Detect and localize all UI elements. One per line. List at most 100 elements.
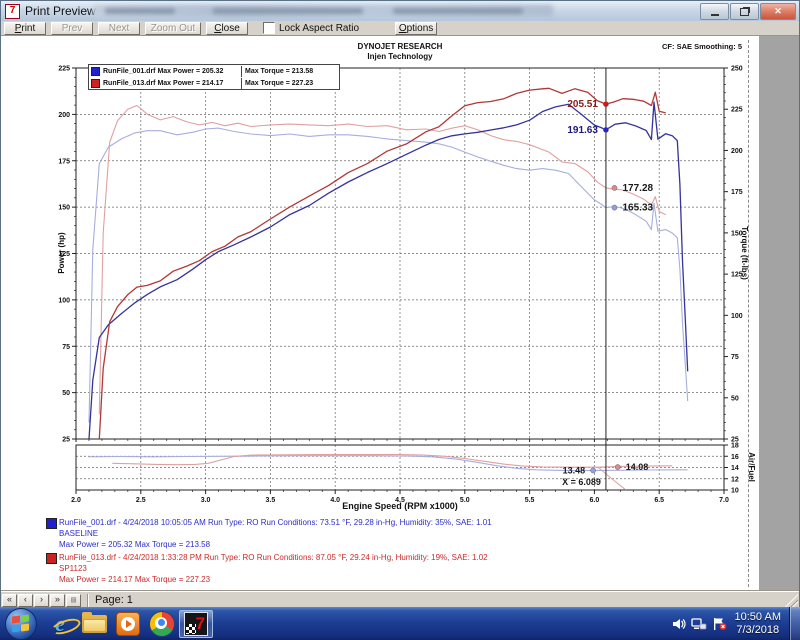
run-baseline-max: Max Power = 205.32 Max Torque = 213.58 bbox=[59, 539, 492, 550]
run-baseline-header: RunFile_001.drf - 4/24/2018 10:05:05 AM … bbox=[59, 517, 492, 528]
close-button[interactable]: ✕ bbox=[760, 3, 796, 20]
legend-baseline-power: RunFile_001.drf Max Power = 205.32 bbox=[103, 66, 241, 77]
svg-text:50: 50 bbox=[62, 390, 70, 397]
run-sp1123-title: SP1123 bbox=[59, 563, 488, 574]
svg-text:3.5: 3.5 bbox=[266, 497, 276, 504]
clock-time: 10:50 AM bbox=[735, 611, 781, 624]
minimize-icon bbox=[711, 14, 719, 16]
run-sp1123-header: RunFile_013.drf - 4/24/2018 1:33:28 PM R… bbox=[59, 552, 488, 563]
legend-row-baseline: RunFile_001.drf Max Power = 205.32 Max T… bbox=[89, 65, 339, 77]
run-baseline-swatch bbox=[46, 518, 57, 529]
svg-text:125: 125 bbox=[58, 251, 70, 258]
svg-text:14: 14 bbox=[731, 465, 739, 472]
svg-text:225: 225 bbox=[731, 107, 743, 114]
run-baseline-title: BASELINE bbox=[59, 528, 492, 539]
restore-icon bbox=[740, 8, 749, 16]
svg-text:150: 150 bbox=[731, 230, 743, 237]
legend-sp1123-torque: Max Torque = 227.23 bbox=[241, 78, 313, 89]
svg-text:18: 18 bbox=[731, 443, 739, 450]
run-sp1123-swatch bbox=[46, 553, 57, 564]
sp1123-swatch bbox=[91, 79, 100, 88]
run-entry-baseline: RunFile_001.drf - 4/24/2018 10:05:05 AM … bbox=[46, 517, 492, 550]
show-desktop-button[interactable] bbox=[789, 607, 800, 640]
explorer-folder-icon[interactable] bbox=[77, 610, 111, 638]
svg-text:6.5: 6.5 bbox=[654, 497, 664, 504]
gridlines bbox=[76, 68, 724, 490]
next-button[interactable]: Next bbox=[98, 22, 140, 35]
window-title: Print Preview bbox=[25, 4, 96, 18]
dyno-curves bbox=[89, 88, 688, 489]
start-button[interactable] bbox=[5, 608, 37, 640]
print-preview-window: 7 Print Preview ✕ Print Prev Next Zoom O… bbox=[0, 0, 800, 607]
svg-text:150: 150 bbox=[58, 205, 70, 212]
run-sp1123-max: Max Power = 214.17 Max Torque = 227.23 bbox=[59, 574, 488, 585]
last-page-button[interactable]: » bbox=[50, 594, 65, 607]
restore-button[interactable] bbox=[730, 3, 759, 20]
internet-explorer-icon[interactable]: e bbox=[43, 610, 77, 638]
action-center-flag-icon[interactable] bbox=[712, 617, 727, 631]
close-preview-button[interactable]: Close bbox=[206, 22, 248, 35]
page: DYNOJET RESEARCH Injen Technology CF: SA… bbox=[1, 36, 759, 591]
svg-text:205.51: 205.51 bbox=[567, 99, 598, 110]
legend-box: RunFile_001.drf Max Power = 205.32 Max T… bbox=[88, 64, 340, 90]
svg-text:25: 25 bbox=[62, 437, 70, 444]
baseline-swatch bbox=[91, 67, 100, 76]
prev-button[interactable]: Prev bbox=[51, 22, 93, 35]
svg-text:165.33: 165.33 bbox=[622, 203, 653, 214]
chart-title: DYNOJET RESEARCH bbox=[358, 42, 443, 51]
svg-text:2.5: 2.5 bbox=[136, 497, 146, 504]
curve-torque-sp1123 bbox=[99, 106, 665, 415]
chrome-icon[interactable] bbox=[145, 610, 179, 638]
first-page-button[interactable]: « bbox=[2, 594, 17, 607]
smoothing-note: CF: SAE Smoothing: 5 bbox=[662, 42, 742, 51]
curve-af-baseline bbox=[89, 456, 688, 471]
svg-text:13.48: 13.48 bbox=[563, 465, 586, 475]
curve-power-sp1123 bbox=[99, 88, 665, 439]
svg-text:4.5: 4.5 bbox=[395, 497, 405, 504]
next-page-button[interactable]: › bbox=[34, 594, 49, 607]
chart-svg: DYNOJET RESEARCH Injen Technology CF: SA… bbox=[1, 36, 759, 591]
windows-logo-icon bbox=[12, 615, 20, 623]
legend-sp1123-power: RunFile_013.drf Max Power = 214.17 bbox=[103, 78, 241, 89]
media-player-icon[interactable] bbox=[111, 610, 145, 638]
options-button[interactable]: Options bbox=[395, 22, 437, 35]
statusbar: « ‹ › » ▤ Page: 1 bbox=[1, 591, 799, 608]
minimize-button[interactable] bbox=[700, 3, 729, 20]
volume-icon[interactable] bbox=[672, 617, 686, 631]
dynojet-taskbar-icon[interactable]: 7 bbox=[179, 610, 213, 638]
svg-text:75: 75 bbox=[62, 344, 70, 351]
statusbar-separator bbox=[87, 594, 89, 607]
page-layout-button[interactable]: ▤ bbox=[66, 594, 81, 607]
svg-text:125: 125 bbox=[731, 272, 743, 279]
toolbar: Print Prev Next Zoom Out Close Lock Aspe… bbox=[1, 21, 799, 36]
resize-grip[interactable] bbox=[785, 594, 798, 607]
svg-text:100: 100 bbox=[731, 313, 743, 320]
system-tray bbox=[672, 617, 727, 631]
svg-text:250: 250 bbox=[731, 66, 743, 73]
lock-aspect-ratio-checkbox[interactable] bbox=[263, 22, 275, 34]
print-margin-line bbox=[748, 40, 749, 587]
taskbar-clock[interactable]: 10:50 AM 7/3/2018 bbox=[735, 611, 781, 637]
chart-subtitle: Injen Technology bbox=[367, 52, 433, 61]
svg-text:7.0: 7.0 bbox=[719, 497, 729, 504]
clock-date: 7/3/2018 bbox=[735, 624, 781, 637]
svg-text:200: 200 bbox=[731, 148, 743, 155]
prev-page-button[interactable]: ‹ bbox=[18, 594, 33, 607]
legend-row-sp1123: RunFile_013.drf Max Power = 214.17 Max T… bbox=[89, 77, 339, 89]
svg-text:2.0: 2.0 bbox=[71, 497, 81, 504]
svg-text:14.08: 14.08 bbox=[626, 462, 649, 472]
print-button[interactable]: Print bbox=[4, 22, 46, 35]
curve-power-baseline bbox=[89, 102, 688, 439]
redacted-title-text bbox=[93, 5, 553, 17]
desktop: 7 Print Preview ✕ Print Prev Next Zoom O… bbox=[0, 0, 800, 640]
titlebar[interactable]: 7 Print Preview ✕ bbox=[1, 1, 799, 22]
run-entry-sp1123: RunFile_013.drf - 4/24/2018 1:33:28 PM R… bbox=[46, 552, 488, 585]
svg-text:75: 75 bbox=[731, 354, 739, 361]
zoom-out-button[interactable]: Zoom Out bbox=[145, 22, 201, 35]
network-icon[interactable] bbox=[691, 617, 707, 631]
cursor-markers: 205.51191.63177.28165.3314.0813.48 bbox=[563, 99, 654, 475]
svg-text:200: 200 bbox=[58, 112, 70, 119]
svg-text:12: 12 bbox=[731, 476, 739, 483]
svg-text:10: 10 bbox=[731, 488, 739, 495]
svg-text:X = 6.089: X = 6.089 bbox=[562, 477, 601, 487]
